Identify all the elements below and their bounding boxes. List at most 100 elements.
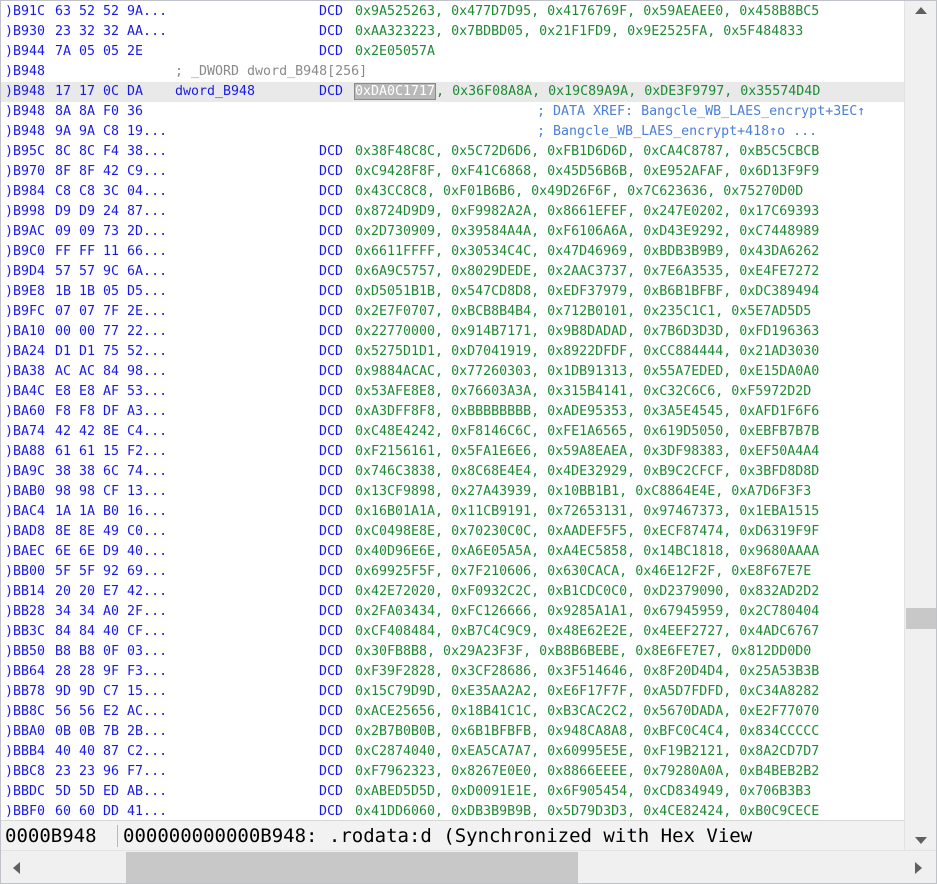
row-operands: 0x746C3838, 0x8C68E4E4, 0x4DE32929, 0xB9…	[355, 464, 820, 479]
listing-row[interactable]: )B984 C8 C8 3C 04... DCD 0x43CC8C8, 0xF01B6…	[1, 182, 904, 202]
scroll-down-icon[interactable]	[915, 837, 927, 844]
status-location: 000000000000B948: .rodata:d (Synchronize…	[123, 825, 753, 847]
row-address: )BB50	[5, 644, 46, 659]
listing-row[interactable]: )BBC8 23 23 96 F7... DCD 0xF7962323, 0x8267…	[1, 762, 904, 782]
row-address: )B9FC	[5, 304, 46, 319]
row-mnemonic: DCD	[319, 84, 344, 99]
row-mnemonic: DCD	[319, 804, 344, 819]
row-mnemonic: DCD	[319, 424, 344, 439]
row-bytes: 09 09 73 2D...	[55, 224, 168, 239]
row-bytes: E8 E8 AF 53...	[55, 384, 168, 399]
row-address: )BB00	[5, 564, 46, 579]
listing-row[interactable]: )BB8C 56 56 E2 AC... DCD 0xACE25656, 0x18B4…	[1, 702, 904, 722]
row-bytes: D1 D1 75 52...	[55, 344, 168, 359]
listing-row[interactable]: )BBB4 40 40 87 C2... DCD 0xC2874040, 0xEA5C…	[1, 742, 904, 762]
listing-row[interactable]: )BAB0 98 98 CF 13... DCD 0x13CF9898, 0x27A4…	[1, 482, 904, 502]
row-address: )B91C	[5, 4, 46, 19]
selected-operand[interactable]: 0xDA0C1717	[353, 83, 437, 100]
row-bytes: 84 84 40 CF...	[55, 624, 168, 639]
xref-comment[interactable]: ; Bangcle_WB_LAES_encrypt+418↑o ...	[537, 122, 817, 142]
scroll-left-icon[interactable]	[13, 862, 20, 874]
listing-row[interactable]: )BAD8 8E 8E 49 C0... DCD 0xC0498E8E, 0x7023…	[1, 522, 904, 542]
row-operands: 0xDA0C1717, 0x36F08A8A, 0x19C89A9A, 0xDE…	[353, 82, 820, 102]
row-operands: 0x2B7B0B0B, 0x6B1BFBFB, 0x948CA8A8, 0xBF…	[355, 724, 820, 739]
listing-row[interactable]: )BBA0 0B 0B 7B 2B... DCD 0x2B7B0B0B, 0x6B1B…	[1, 722, 904, 742]
row-operands: 0x9A525263, 0x477D7D95, 0x4176769F, 0x59…	[355, 4, 820, 19]
row-address: )B984	[5, 184, 46, 199]
listing-row[interactable]: )BAEC 6E 6E D9 40... DCD 0x40D96E6E, 0xA6E0…	[1, 542, 904, 562]
disassembly-listing[interactable]: )B91C 63 52 52 9A... DCD 0x9A525263, 0x477D…	[1, 1, 904, 820]
scroll-right-icon[interactable]	[915, 862, 922, 874]
row-address: )BB3C	[5, 624, 46, 639]
listing-row[interactable]: )B95C 8C 8C F4 38... DCD 0x38F48C8C, 0x5C72…	[1, 142, 904, 162]
listing-row[interactable]: )BB3C 84 84 40 CF... DCD 0xCF408484, 0xB7C4…	[1, 622, 904, 642]
listing-row[interactable]: )BB00 5F 5F 92 69... DCD 0x69925F5F, 0x7F21…	[1, 562, 904, 582]
row-label[interactable]: dword_B948	[175, 82, 255, 102]
listing-row[interactable]: )BA10 00 00 77 22... DCD 0x22770000, 0x914B…	[1, 322, 904, 342]
listing-row[interactable]: )BA9C 38 38 6C 74... DCD 0x746C3838, 0x8C68…	[1, 462, 904, 482]
row-address: )B948	[5, 124, 46, 139]
listing-row[interactable]: )B970 8F 8F 42 C9... DCD 0xC9428F8F, 0xF41C…	[1, 162, 904, 182]
listing-row[interactable]: )B9D4 57 57 9C 6A... DCD 0x6A9C5757, 0x8029…	[1, 262, 904, 282]
row-operands: 0x40D96E6E, 0xA6E05A5A, 0xA4EC5858, 0x14…	[355, 544, 820, 559]
listing-row[interactable]: )BA24 D1 D1 75 52... DCD 0x5275D1D1, 0xD704…	[1, 342, 904, 362]
xref-comment[interactable]: ; DATA XREF: Bangcle_WB_LAES_encrypt+3EC…	[537, 102, 865, 122]
status-bar: 0000B948 000000000000B948: .rodata:d (Sy…	[1, 820, 904, 851]
row-mnemonic: DCD	[319, 164, 344, 179]
row-operands: 0x38F48C8C, 0x5C72D6D6, 0xFB1D6D6D, 0xCA…	[355, 144, 820, 159]
row-bytes: 07 07 7F 2E...	[55, 304, 168, 319]
scroll-up-icon[interactable]	[915, 7, 927, 14]
row-address: )B948	[5, 64, 46, 79]
listing-row[interactable]: )B948 8A 8A F0 36 ; DATA XREF: Bangcle_WB_…	[1, 102, 904, 122]
horizontal-scrollbar[interactable]	[1, 850, 936, 883]
row-operands: 0xACE25656, 0x18B41C1C, 0xB3CAC2C2, 0x56…	[355, 704, 820, 719]
row-mnemonic: DCD	[319, 444, 344, 459]
listing-row[interactable]: )BA38 AC AC 84 98... DCD 0x9884ACAC, 0x7726…	[1, 362, 904, 382]
row-comment: ; _DWORD dword_B948[256]	[175, 64, 368, 79]
row-bytes: 61 61 15 F2...	[55, 444, 168, 459]
row-address: )B9D4	[5, 264, 46, 279]
row-address: )BAC4	[5, 504, 46, 519]
row-operands: 0xABED5D5D, 0xD0091E1E, 0x6F905454, 0xCD…	[355, 784, 812, 799]
row-address: )BBB4	[5, 744, 46, 759]
listing-row[interactable]: )BB14 20 20 E7 42... DCD 0x42E72020, 0xF093…	[1, 582, 904, 602]
listing-row[interactable]: )B998 D9 D9 24 87... DCD 0x8724D9D9, 0xF998…	[1, 202, 904, 222]
listing-row[interactable]: )BAC4 1A 1A B0 16... DCD 0x16B01A1A, 0x11CB…	[1, 502, 904, 522]
row-mnemonic: DCD	[319, 4, 344, 19]
row-mnemonic: DCD	[319, 184, 344, 199]
listing-row[interactable]: )BB64 28 28 9F F3... DCD 0xF39F2828, 0x3CF2…	[1, 662, 904, 682]
row-operands: 0xC0498E8E, 0x70230C0C, 0xAADEF5F5, 0xEC…	[355, 524, 820, 539]
row-bytes: 1B 1B 05 D5...	[55, 284, 168, 299]
listing-row[interactable]: )B91C 63 52 52 9A... DCD 0x9A525263, 0x477D…	[1, 2, 904, 22]
listing-row[interactable]: )B930 23 32 32 AA... DCD 0xAA323223, 0x7BDB…	[1, 22, 904, 42]
listing-row[interactable]: )BA60 F8 F8 DF A3... DCD 0xA3DFF8F8, 0xBBBB…	[1, 402, 904, 422]
horizontal-scroll-thumb[interactable]	[126, 852, 578, 883]
listing-row[interactable]: )B9C0 FF FF 11 66... DCD 0x6611FFFF, 0x3053…	[1, 242, 904, 262]
row-mnemonic: DCD	[319, 44, 344, 59]
listing-row[interactable]: )BB28 34 34 A0 2F... DCD 0x2FA03434, 0xFC12…	[1, 602, 904, 622]
listing-row-current[interactable]: )B948 17 17 0C DA dword_B948 DCD 0xDA0C1717,…	[1, 82, 904, 102]
row-operands: 0xF2156161, 0x5FA1E6E6, 0x59A8EAEA, 0x3D…	[355, 444, 820, 459]
listing-row[interactable]: )B9FC 07 07 7F 2E... DCD 0x2E7F0707, 0xBCB8…	[1, 302, 904, 322]
listing-row[interactable]: )B9E8 1B 1B 05 D5... DCD 0xD5051B1B, 0x547C…	[1, 282, 904, 302]
vertical-scroll-thumb[interactable]	[906, 608, 936, 629]
listing-row[interactable]: )B944 7A 05 05 2E DCD 0x2E05057A	[1, 42, 904, 62]
listing-row[interactable]: )B948 9A 9A C8 19... ; Bangcle_WB_LAES_enc…	[1, 122, 904, 142]
row-address: )B948	[5, 84, 46, 99]
listing-row[interactable]: )BBF0 60 60 DD 41... DCD 0x41DD6060, 0xDB3B…	[1, 802, 904, 820]
listing-row[interactable]: )BA4C E8 E8 AF 53... DCD 0x53AFE8E8, 0x7660…	[1, 382, 904, 402]
row-bytes: 60 60 DD 41...	[55, 804, 168, 819]
vertical-scrollbar[interactable]	[904, 1, 936, 850]
listing-row[interactable]: )BB78 9D 9D C7 15... DCD 0x15C79D9D, 0xE35A…	[1, 682, 904, 702]
row-operands: 0x2E7F0707, 0xBCB8B4B4, 0x712B0101, 0x23…	[355, 304, 812, 319]
listing-row[interactable]: )BB50 B8 B8 0F 03... DCD 0x30FB8B8, 0x29A23…	[1, 642, 904, 662]
listing-row[interactable]: )BA88 61 61 15 F2... DCD 0xF2156161, 0x5FA1…	[1, 442, 904, 462]
listing-row[interactable]: )BBDC 5D 5D ED AB... DCD 0xABED5D5D, 0xD009…	[1, 782, 904, 802]
listing-row[interactable]: )BA74 42 42 8E C4... DCD 0xC48E4242, 0xF814…	[1, 422, 904, 442]
row-operands: 0x2D730909, 0x39584A4A, 0xF6106A6A, 0xD4…	[355, 224, 820, 239]
listing-row[interactable]: )B948 ; _DWORD dword_B948[256]	[1, 62, 904, 82]
row-mnemonic: DCD	[319, 364, 344, 379]
row-bytes: AC AC 84 98...	[55, 364, 168, 379]
listing-row[interactable]: )B9AC 09 09 73 2D... DCD 0x2D730909, 0x3958…	[1, 222, 904, 242]
row-operands: 0x16B01A1A, 0x11CB9191, 0x72653131, 0x97…	[355, 504, 820, 519]
